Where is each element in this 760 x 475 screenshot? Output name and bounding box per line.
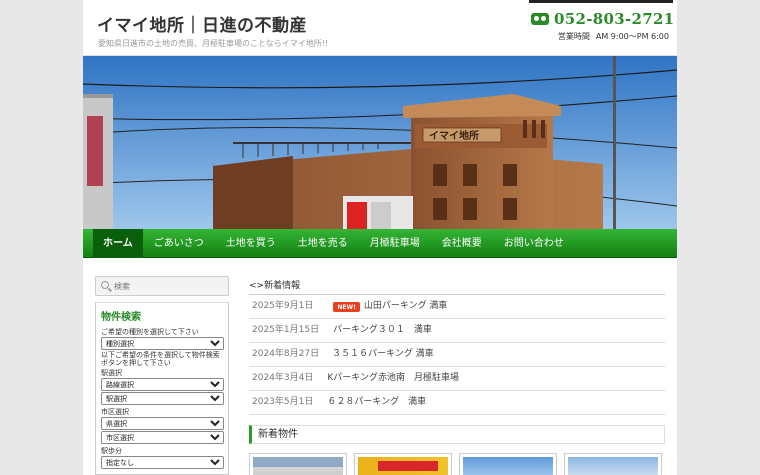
type-select[interactable]: 種別選択: [101, 337, 224, 350]
global-nav: ホーム ごあいさつ 土地を買う 土地を売る 月極駐車場 会社概要 お問い合わせ: [83, 229, 677, 258]
contact-info: 052-803-2721 営業時間 AM 9:00〜PM 6:00: [529, 0, 674, 50]
news-title[interactable]: ６２８パーキング 満車: [327, 391, 426, 414]
business-hours: 営業時間 AM 9:00〜PM 6:00: [558, 31, 669, 42]
news-date: 2024年8月27日: [252, 349, 320, 359]
station-select[interactable]: 駅選択: [101, 392, 224, 405]
nav-item-sell-land[interactable]: 土地を売る: [287, 229, 359, 258]
walk-label: 駅歩分: [101, 447, 122, 455]
news-item[interactable]: 2025年9月1日 NEW! 山田パーキング 満車: [249, 295, 665, 319]
sidebar: 物件検索 ご希望の種別を選択して下さい 種別選択 以下ご希望の条件を選択して物件…: [95, 276, 229, 475]
free-dial-icon: [531, 13, 549, 25]
nav-item-monthly-parking[interactable]: 月極駐車場: [359, 229, 431, 258]
news-item[interactable]: 2023年5月1日 ６２８パーキング 満車: [249, 391, 665, 415]
site-title[interactable]: イマイ地所｜日進の不動産: [97, 11, 307, 36]
news-title[interactable]: 山田パーキング 満車: [364, 295, 448, 318]
phone-number-block[interactable]: 052-803-2721: [531, 10, 674, 28]
conditions-label: 以下ご希望の条件を選択して物件検索ボタンを押して下さい: [101, 351, 220, 367]
phone-number[interactable]: 052-803-2721: [554, 10, 674, 28]
site-header: イマイ地所｜日進の不動産 愛知県日進市の土地の売買、月極駐車場のことならイマイ地…: [83, 0, 677, 56]
header-banner-image: イマイ地所: [83, 56, 677, 229]
city-label: 市区選択: [101, 408, 129, 416]
news-item[interactable]: 2024年8月27日 ３５１６パーキング 満車: [249, 343, 665, 367]
main-content: <>新着情報 2025年9月1日 NEW! 山田パーキング 満車 2025年1月…: [249, 279, 665, 475]
property-search-title: 物件検索: [101, 312, 141, 323]
news-item[interactable]: 2024年3月4日 Kパーキング赤池南 月極駐車場: [249, 367, 665, 391]
walk-select[interactable]: 指定なし: [101, 456, 224, 469]
property-thumbnail[interactable]: [564, 453, 662, 475]
search-box: [95, 276, 229, 296]
news-date: 2025年9月1日: [252, 301, 314, 311]
news-date: 2023年5月1日: [252, 397, 314, 407]
business-hours-value: AM 9:00〜PM 6:00: [595, 32, 669, 41]
search-input[interactable]: [114, 279, 224, 293]
news-title[interactable]: ３５１６パーキング 満車: [332, 343, 434, 366]
site-description: 愛知県日進市の土地の売買、月極駐車場のことならイマイ地所!!: [98, 39, 329, 48]
station-label: 駅選択: [101, 369, 122, 377]
nav-item-home[interactable]: ホーム: [93, 229, 143, 258]
contact-topline: [529, 0, 673, 3]
type-label: ご希望の種別を選択して下さい: [101, 328, 199, 336]
news-item[interactable]: 2025年1月15日 パーキング３０１ 満車: [249, 319, 665, 343]
news-date: 2025年1月15日: [252, 325, 320, 335]
nav-item-contact[interactable]: お問い合わせ: [493, 229, 575, 258]
nav-item-greeting[interactable]: ごあいさつ: [143, 229, 215, 258]
city-select[interactable]: 市区選択: [101, 431, 224, 444]
property-thumbnail[interactable]: [354, 453, 452, 475]
nav-item-company[interactable]: 会社概要: [431, 229, 493, 258]
page: イマイ地所｜日進の不動産 愛知県日進市の土地の売買、月極駐車場のことならイマイ地…: [83, 0, 677, 475]
business-hours-label: 営業時間: [557, 32, 590, 41]
nav-item-buy-land[interactable]: 土地を買う: [215, 229, 287, 258]
news-title[interactable]: Kパーキング赤池南 月極駐車場: [327, 367, 459, 390]
property-thumbnail[interactable]: [459, 453, 557, 475]
pref-select[interactable]: 県選択: [101, 417, 224, 430]
building-photo: イマイ地所: [83, 56, 677, 229]
news-date: 2024年3月4日: [252, 373, 314, 383]
news-title[interactable]: パーキング３０１ 満車: [333, 319, 432, 342]
property-thumbnail[interactable]: [249, 453, 347, 475]
new-properties-heading: 新着物件: [249, 425, 665, 444]
line-select[interactable]: 路線選択: [101, 378, 224, 391]
news-heading: <>新着情報: [249, 279, 665, 295]
property-search-widget: 物件検索 ご希望の種別を選択して下さい 種別選択 以下ご希望の条件を選択して物件…: [95, 302, 229, 475]
building-sign-text: イマイ地所: [429, 129, 479, 142]
search-icon: [101, 281, 109, 289]
new-properties-thumbnails: [249, 453, 665, 475]
new-badge: NEW!: [333, 301, 360, 312]
